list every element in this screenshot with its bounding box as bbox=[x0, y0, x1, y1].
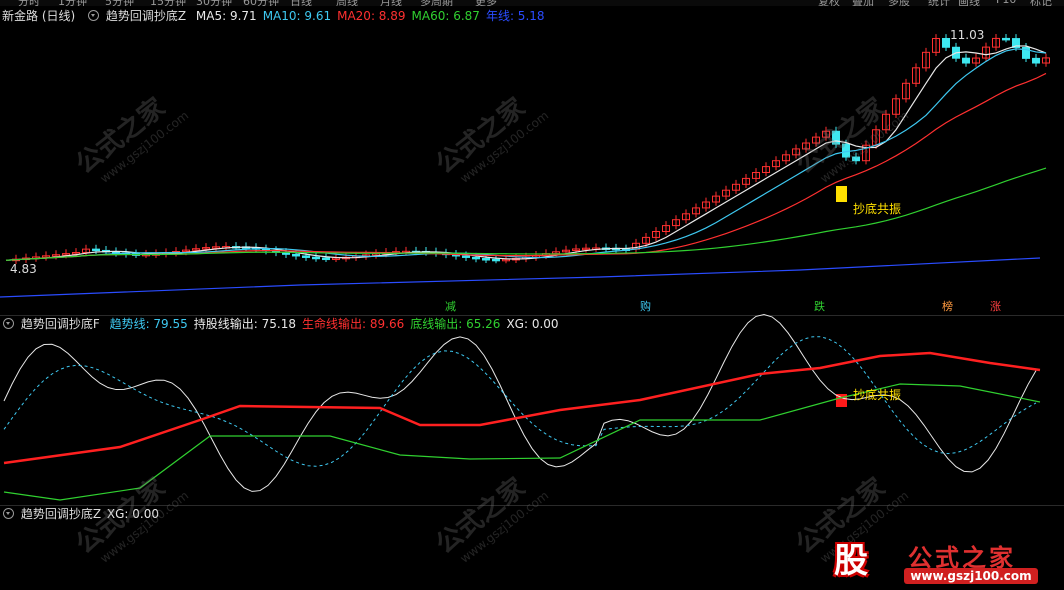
life-line bbox=[3, 351, 1041, 465]
low-price-label: 4.83 bbox=[10, 262, 37, 276]
candle-body bbox=[1002, 37, 1010, 41]
candle-body bbox=[482, 258, 490, 261]
osc-signal-label: 抄底共振 bbox=[853, 388, 902, 402]
ma5-line bbox=[5, 45, 1047, 261]
year-line bbox=[0, 257, 1041, 298]
candle-body bbox=[842, 143, 850, 158]
candle-body bbox=[292, 253, 300, 257]
candle-body bbox=[1032, 57, 1040, 64]
candle-body bbox=[312, 256, 320, 260]
candle-body bbox=[92, 248, 100, 252]
candle-body bbox=[962, 57, 970, 64]
signal-badge: 榜 bbox=[942, 300, 953, 313]
candle-body bbox=[322, 257, 330, 261]
signal-badge: 涨 bbox=[990, 300, 1001, 313]
signal-badge: 跌 bbox=[814, 300, 825, 313]
candle-body bbox=[942, 37, 950, 48]
signal-badge: 减 bbox=[445, 300, 456, 313]
candle-body bbox=[832, 130, 840, 145]
site-logo: 股 公式之家 www.gszj100.com bbox=[820, 538, 1040, 586]
ma10-line bbox=[5, 48, 1047, 261]
logo-url: www.gszj100.com bbox=[904, 568, 1038, 584]
high-price-label: 11.03 bbox=[950, 28, 985, 42]
signal-marker bbox=[836, 186, 847, 202]
kline-chart[interactable] bbox=[0, 0, 1064, 590]
logo-glyph: 股 bbox=[834, 541, 868, 581]
candle-body bbox=[302, 255, 310, 258]
candle-body bbox=[472, 256, 480, 260]
signal-badge: 购 bbox=[640, 300, 651, 313]
candle-body bbox=[492, 258, 500, 262]
candle-body bbox=[462, 255, 470, 258]
candle-body bbox=[852, 156, 860, 162]
signal-label: 抄底共振 bbox=[853, 202, 902, 216]
ma20-line bbox=[5, 72, 1047, 261]
